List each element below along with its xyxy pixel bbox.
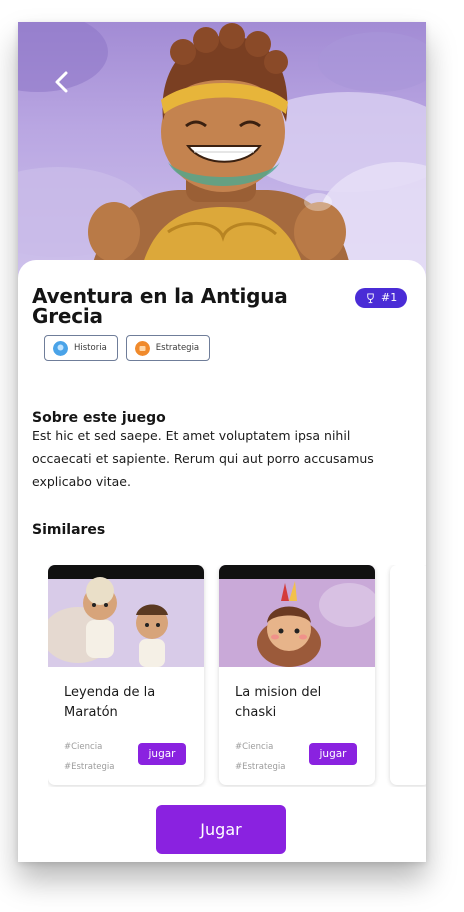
trophy-icon <box>367 292 374 303</box>
hero-illustration <box>18 22 426 284</box>
card-hashtags: #Ciencia #Estrategia <box>64 737 115 777</box>
card-hashtag: #Ciencia <box>235 742 274 752</box>
rank-badge: #1 <box>355 288 408 308</box>
card-thumbnail <box>219 565 375 667</box>
content-sheet: Aventura en la Antigua Grecia #1 Histori… <box>18 260 426 862</box>
rank-label: #1 <box>381 291 398 304</box>
card-title: Leyenda de la Maratón <box>64 685 156 720</box>
historia-icon <box>53 340 68 356</box>
tag-historia[interactable]: Historia <box>44 335 118 361</box>
game-detail-screen: Aventura en la Antigua Grecia #1 Histori… <box>18 22 426 862</box>
tag-label: Estrategia <box>155 343 200 353</box>
tag-estrategia[interactable]: Estrategia <box>125 335 211 361</box>
similar-card[interactable]: Leyenda de la Maratón #Ciencia #Estrateg… <box>48 565 204 785</box>
back-button[interactable] <box>48 68 76 96</box>
similar-heading: Similares <box>32 522 106 538</box>
play-game-button[interactable]: Jugar <box>156 805 286 854</box>
estrategia-icon <box>134 340 150 356</box>
card-play-button[interactable]: jugar <box>138 743 186 765</box>
card-play-button[interactable]: jugar <box>309 743 357 765</box>
card-thumbnail <box>390 565 426 667</box>
similar-card[interactable]: La mision del chaski #Ciencia #Estrategi… <box>219 565 375 785</box>
card-hashtag: #Estrategia <box>235 762 286 772</box>
card-hashtags: #Ciencia #Estrategia <box>235 737 286 777</box>
similar-carousel[interactable]: Leyenda de la Maratón #Ciencia #Estrateg… <box>48 565 426 787</box>
hero-image <box>18 22 426 284</box>
category-tags: Historia Estrategia <box>44 335 211 361</box>
about-description: Est hic et sed saepe. Et amet voluptatem… <box>32 428 374 489</box>
similar-card[interactable] <box>390 565 426 785</box>
card-thumbnail <box>48 565 204 667</box>
card-hashtag: #Estrategia <box>64 762 115 772</box>
card-title: La mision del chaski <box>235 685 322 720</box>
card-hashtag: #Ciencia <box>64 742 103 752</box>
tag-label: Historia <box>74 343 107 353</box>
chevron-left-icon <box>55 71 68 93</box>
game-title: Aventura en la Antigua Grecia <box>32 284 288 328</box>
